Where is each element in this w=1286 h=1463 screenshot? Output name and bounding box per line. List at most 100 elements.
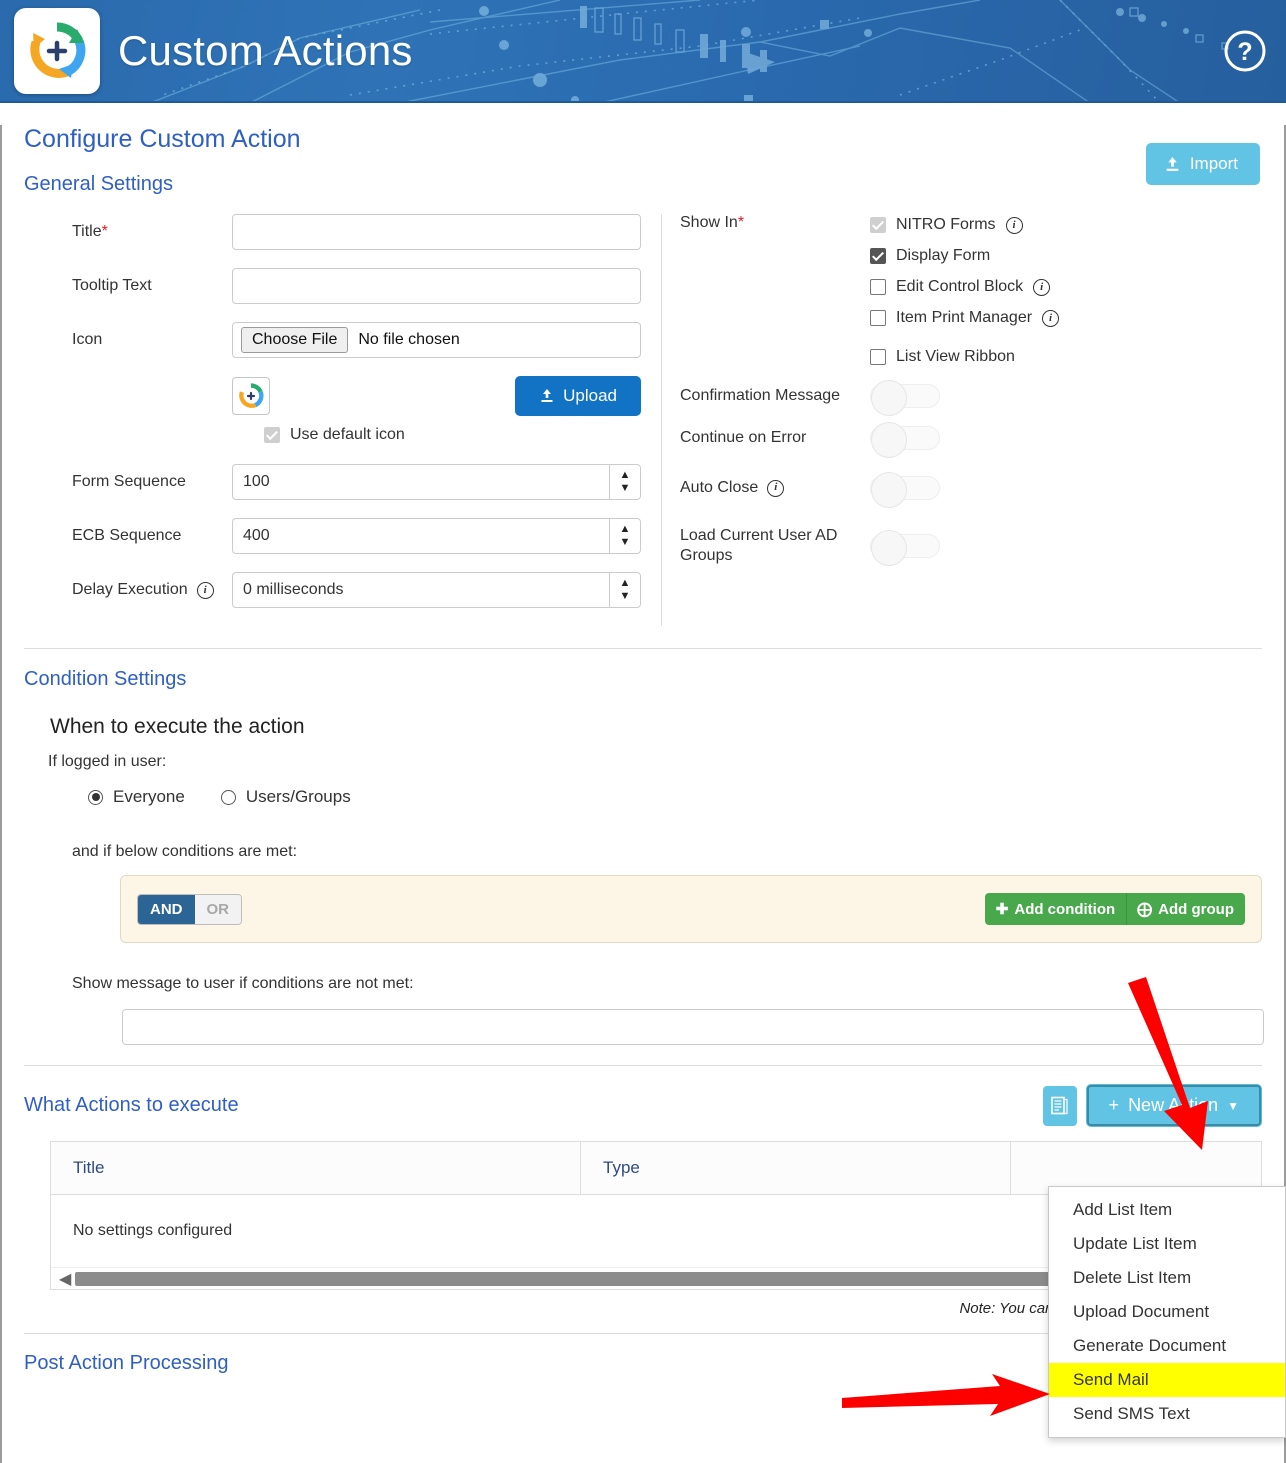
spin-down-icon[interactable]: ▼: [620, 482, 631, 495]
checkbox-row-nitro-forms[interactable]: NITRO Forms i: [870, 216, 1059, 234]
toggle-row-load-ad-groups: Load Current User AD Groups: [680, 526, 1262, 566]
display-form-checkbox[interactable]: [870, 248, 886, 264]
or-option[interactable]: OR: [194, 894, 241, 924]
info-icon[interactable]: i: [196, 581, 214, 599]
toggle-row-continue-on-error: Continue on Error: [680, 422, 1262, 458]
continue-on-error-label: Continue on Error: [680, 429, 807, 446]
spin-up-icon[interactable]: ▲: [620, 577, 631, 590]
show-in-label-text: Show In: [680, 214, 738, 231]
form-sequence-spin-buttons[interactable]: ▲ ▼: [609, 464, 641, 500]
ecb-sequence-spin-buttons[interactable]: ▲ ▼: [609, 518, 641, 554]
upload-label: Upload: [563, 386, 617, 405]
required-asterisk: *: [101, 223, 108, 240]
users-groups-radio[interactable]: [220, 789, 236, 805]
title-field-row: Title*: [24, 214, 641, 250]
spin-down-icon[interactable]: ▼: [620, 590, 631, 603]
add-condition-label: Add condition: [1014, 900, 1116, 918]
tooltip-field-label: Tooltip Text: [72, 277, 152, 294]
users-groups-label: Users/Groups: [245, 787, 351, 806]
app-header: Custom Actions ?: [0, 0, 1286, 103]
help-question-circle-icon[interactable]: ?: [1222, 28, 1268, 74]
display-form-label: Display Form: [896, 247, 991, 264]
edit-control-block-checkbox[interactable]: [870, 279, 886, 295]
spin-down-icon[interactable]: ▼: [620, 536, 631, 549]
nitro-forms-label: NITRO Forms: [896, 216, 996, 233]
spin-up-icon[interactable]: ▲: [620, 523, 631, 536]
toggle-row-confirmation-message: Confirmation Message: [680, 380, 1262, 416]
file-picker[interactable]: Choose File No file chosen: [232, 322, 641, 358]
info-icon[interactable]: i: [1042, 309, 1060, 327]
info-icon[interactable]: i: [767, 479, 785, 497]
delay-execution-input[interactable]: [232, 572, 609, 608]
continue-on-error-toggle[interactable]: [870, 422, 940, 458]
menu-item-add-list-item[interactable]: Add List Item: [1049, 1193, 1285, 1227]
tooltip-input[interactable]: [232, 268, 641, 304]
list-view-ribbon-checkbox[interactable]: [870, 349, 886, 365]
general-settings-right-column: Show In* NITRO Forms i Display Form Edit…: [662, 214, 1262, 626]
plus-icon: +: [1108, 1095, 1120, 1115]
scroll-left-icon[interactable]: ◀: [55, 1269, 75, 1289]
conditions-met-label: and if below conditions are met:: [72, 843, 298, 860]
checkbox-row-item-print-manager[interactable]: Item Print Manager i: [870, 309, 1060, 327]
form-sequence-stepper[interactable]: ▲ ▼: [232, 464, 641, 500]
column-header-type[interactable]: Type: [581, 1142, 1011, 1194]
confirmation-message-toggle[interactable]: [870, 380, 940, 416]
delay-execution-label-text: Delay Execution: [72, 581, 188, 598]
load-ad-groups-toggle[interactable]: [870, 530, 940, 566]
menu-item-send-mail[interactable]: Send Mail: [1049, 1363, 1285, 1397]
grid-view-icon-button[interactable]: [1042, 1085, 1077, 1126]
add-group-label: Add group: [1158, 900, 1234, 918]
spin-up-icon[interactable]: ▲: [620, 469, 631, 482]
auto-close-label: Auto Close i: [680, 478, 870, 498]
choose-file-button[interactable]: Choose File: [241, 327, 349, 353]
delay-execution-spin-buttons[interactable]: ▲ ▼: [609, 572, 641, 608]
info-icon[interactable]: i: [1005, 216, 1023, 234]
section-divider-2: [24, 1065, 1262, 1066]
item-print-manager-checkbox[interactable]: [870, 310, 886, 326]
checkbox-row-list-view-ribbon[interactable]: List View Ribbon: [870, 348, 1059, 366]
document-list-icon: [1051, 1096, 1068, 1115]
checkbox-row-display-form[interactable]: Display Form: [870, 247, 1059, 265]
new-action-dropdown-menu: Add List Item Update List Item Delete Li…: [1048, 1186, 1286, 1438]
auto-close-toggle[interactable]: [870, 472, 940, 508]
info-icon[interactable]: i: [1033, 278, 1051, 296]
upload-button[interactable]: Upload: [515, 376, 641, 416]
nitro-forms-checkbox: [870, 217, 886, 233]
when-to-execute-heading: When to execute the action: [50, 715, 305, 738]
use-default-icon-checkbox[interactable]: [264, 427, 280, 443]
delay-execution-stepper[interactable]: ▲ ▼: [232, 572, 641, 608]
column-header-title[interactable]: Title: [51, 1142, 581, 1194]
title-input[interactable]: [232, 214, 641, 250]
everyone-radio[interactable]: [88, 789, 103, 805]
general-settings-body: Title* Tooltip Text Icon Choose File No …: [24, 214, 1262, 626]
condition-group-box: AND OR ✚ Add condition ⨁ Add group: [120, 875, 1262, 943]
menu-item-generate-document[interactable]: Generate Document: [1049, 1329, 1285, 1363]
ecb-sequence-input[interactable]: [232, 518, 609, 554]
title-label-text: Title: [72, 223, 102, 240]
form-sequence-input[interactable]: [232, 464, 609, 500]
upload-icon: [1166, 156, 1179, 171]
not-met-message-input[interactable]: [122, 1009, 1264, 1045]
menu-item-send-sms-text[interactable]: Send SMS Text: [1049, 1397, 1285, 1431]
menu-item-delete-list-item[interactable]: Delete List Item: [1049, 1261, 1285, 1295]
import-button[interactable]: Import: [1145, 143, 1260, 185]
icon-field-row: Icon Choose File No file chosen: [24, 322, 641, 358]
auto-close-label-text: Auto Close: [680, 479, 759, 496]
show-in-label: Show In*: [680, 214, 870, 366]
menu-item-upload-document[interactable]: Upload Document: [1049, 1295, 1285, 1329]
icon-field-label: Icon: [72, 331, 103, 348]
form-sequence-label: Form Sequence: [72, 473, 186, 490]
and-option[interactable]: AND: [138, 894, 195, 924]
checkbox-row-edit-control-block[interactable]: Edit Control Block i: [870, 278, 1059, 296]
and-or-toggle[interactable]: AND OR: [137, 893, 242, 925]
add-condition-button[interactable]: ✚ Add condition: [985, 893, 1126, 925]
new-action-button[interactable]: + New Action ▼: [1085, 1084, 1262, 1127]
list-view-ribbon-label: List View Ribbon: [896, 348, 1015, 365]
load-ad-groups-label: Load Current User AD Groups: [680, 527, 838, 564]
ecb-sequence-stepper[interactable]: ▲ ▼: [232, 518, 641, 554]
icon-preview-thumbnail: [232, 377, 270, 415]
add-group-button[interactable]: ⨁ Add group: [1126, 893, 1245, 925]
if-logged-in-user-label: If logged in user:: [48, 753, 167, 770]
plus-circle-icon: ⨁: [1137, 901, 1153, 918]
menu-item-update-list-item[interactable]: Update List Item: [1049, 1227, 1285, 1261]
